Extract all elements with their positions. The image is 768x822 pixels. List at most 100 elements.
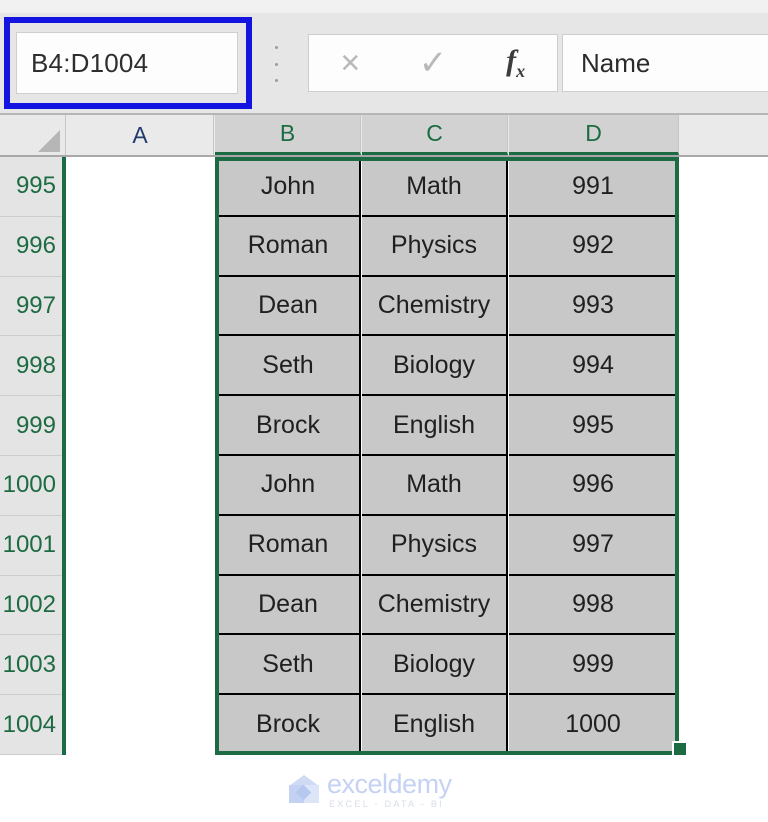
cell-D1004[interactable]: 1000 xyxy=(509,695,679,755)
cell-C1004[interactable]: English xyxy=(362,695,508,755)
cell-C996[interactable]: Physics xyxy=(362,217,508,277)
row-header-label: 1002 xyxy=(3,591,56,619)
column-header-label: A xyxy=(132,122,147,149)
cell-C997[interactable]: Chemistry xyxy=(362,277,508,337)
cell-B1002[interactable]: Dean xyxy=(215,576,361,636)
cell-value: Dean xyxy=(258,291,318,320)
cell-value: 994 xyxy=(572,351,614,380)
row-header-1004[interactable]: 1004 xyxy=(0,695,66,755)
row-header-label: 1004 xyxy=(3,711,56,739)
window-top-strip xyxy=(0,0,768,13)
name-box-value: B4:D1004 xyxy=(17,48,148,79)
row-header-selection-accent xyxy=(62,277,66,337)
cell-value: Chemistry xyxy=(378,291,491,320)
fill-handle-square-icon[interactable] xyxy=(672,741,688,757)
row-header-selection-accent xyxy=(62,576,66,636)
row-header-995[interactable]: 995 xyxy=(0,157,66,217)
row-header-label: 996 xyxy=(16,232,56,260)
cell-C999[interactable]: English xyxy=(362,396,508,456)
column-a-body[interactable] xyxy=(67,157,214,755)
cell-value: Biology xyxy=(393,351,475,380)
cell-D1003[interactable]: 999 xyxy=(509,635,679,695)
cell-D997[interactable]: 993 xyxy=(509,277,679,337)
row-header-selection-accent xyxy=(62,635,66,695)
cell-value: English xyxy=(393,411,475,440)
cancel-x-icon[interactable]: × xyxy=(322,46,378,80)
row-header-selection-accent xyxy=(62,217,66,277)
insert-function-fx-icon[interactable]: fx xyxy=(488,46,544,80)
row-header-selection-accent xyxy=(62,336,66,396)
grid-right-empty-area[interactable] xyxy=(679,157,768,755)
row-header-label: 1000 xyxy=(3,471,56,499)
row-header-selection-accent xyxy=(62,157,66,217)
cell-B996[interactable]: Roman xyxy=(215,217,361,277)
cell-value: 999 xyxy=(572,650,614,679)
row-header-label: 999 xyxy=(16,412,56,440)
worksheet-grid[interactable]: JohnMath991RomanPhysics992DeanChemistry9… xyxy=(0,115,768,755)
column-header-a[interactable]: A xyxy=(67,115,214,155)
cell-B1000[interactable]: John xyxy=(215,456,361,516)
row-header-998[interactable]: 998 xyxy=(0,336,66,396)
cell-C1003[interactable]: Biology xyxy=(362,635,508,695)
column-headers: A B C D xyxy=(0,115,768,157)
cell-value: 995 xyxy=(572,411,614,440)
row-header-1003[interactable]: 1003 xyxy=(0,635,66,695)
cell-B997[interactable]: Dean xyxy=(215,277,361,337)
formula-bar-buttons: × ✓ fx xyxy=(308,34,558,92)
column-header-d[interactable]: D xyxy=(509,115,679,155)
cell-B999[interactable]: Brock xyxy=(215,396,361,456)
row-header-997[interactable]: 997 xyxy=(0,277,66,337)
cell-B998[interactable]: Seth xyxy=(215,336,361,396)
formula-bar-drag-dots-icon[interactable] xyxy=(274,46,278,82)
column-header-label: B xyxy=(280,120,295,147)
column-header-b[interactable]: B xyxy=(215,115,361,155)
select-all-corner-icon[interactable] xyxy=(0,115,66,155)
watermark-tagline: EXCEL - DATA - BI xyxy=(327,800,452,809)
cell-D1002[interactable]: 998 xyxy=(509,576,679,636)
cell-D995[interactable]: 991 xyxy=(509,157,679,217)
row-header-1002[interactable]: 1002 xyxy=(0,576,66,636)
cell-D996[interactable]: 992 xyxy=(509,217,679,277)
cell-D999[interactable]: 995 xyxy=(509,396,679,456)
row-header-selection-accent xyxy=(62,695,66,755)
cell-B995[interactable]: John xyxy=(215,157,361,217)
cell-D1000[interactable]: 996 xyxy=(509,456,679,516)
cell-C1002[interactable]: Chemistry xyxy=(362,576,508,636)
cell-B1003[interactable]: Seth xyxy=(215,635,361,695)
row-header-selection-accent xyxy=(62,516,66,576)
cell-value: Seth xyxy=(262,351,313,380)
cell-B1004[interactable]: Brock xyxy=(215,695,361,755)
cell-value: Physics xyxy=(391,231,477,260)
row-header-label: 995 xyxy=(16,172,56,200)
corner-triangle-glyph xyxy=(38,130,60,152)
enter-check-icon[interactable]: ✓ xyxy=(405,46,461,80)
name-box[interactable]: B4:D1004 xyxy=(16,32,238,94)
dot xyxy=(275,79,278,82)
row-header-label: 997 xyxy=(16,292,56,320)
row-header-1000[interactable]: 1000 xyxy=(0,456,66,516)
row-header-996[interactable]: 996 xyxy=(0,217,66,277)
exceldemy-watermark: exceldemy EXCEL - DATA - BI xyxy=(287,770,477,810)
watermark-brand: exceldemy xyxy=(327,769,452,799)
cell-value: John xyxy=(261,470,315,499)
row-header-selection-accent xyxy=(62,396,66,456)
cell-C998[interactable]: Biology xyxy=(362,336,508,396)
cell-value: 993 xyxy=(572,291,614,320)
fx-f-glyph: f xyxy=(506,44,516,77)
cell-D1001[interactable]: 997 xyxy=(509,516,679,576)
cell-C995[interactable]: Math xyxy=(362,157,508,217)
cell-value: 991 xyxy=(572,172,614,201)
cell-C1001[interactable]: Physics xyxy=(362,516,508,576)
fx-x-glyph: x xyxy=(516,61,525,81)
column-header-label: D xyxy=(585,120,602,147)
cell-B1001[interactable]: Roman xyxy=(215,516,361,576)
formula-input-value: Name xyxy=(563,48,650,79)
cell-D998[interactable]: 994 xyxy=(509,336,679,396)
row-header-999[interactable]: 999 xyxy=(0,396,66,456)
formula-input[interactable]: Name xyxy=(562,34,768,92)
column-header-c[interactable]: C xyxy=(362,115,508,155)
cell-C1000[interactable]: Math xyxy=(362,456,508,516)
cell-value: 998 xyxy=(572,590,614,619)
row-header-1001[interactable]: 1001 xyxy=(0,516,66,576)
column-header-label: C xyxy=(426,120,443,147)
